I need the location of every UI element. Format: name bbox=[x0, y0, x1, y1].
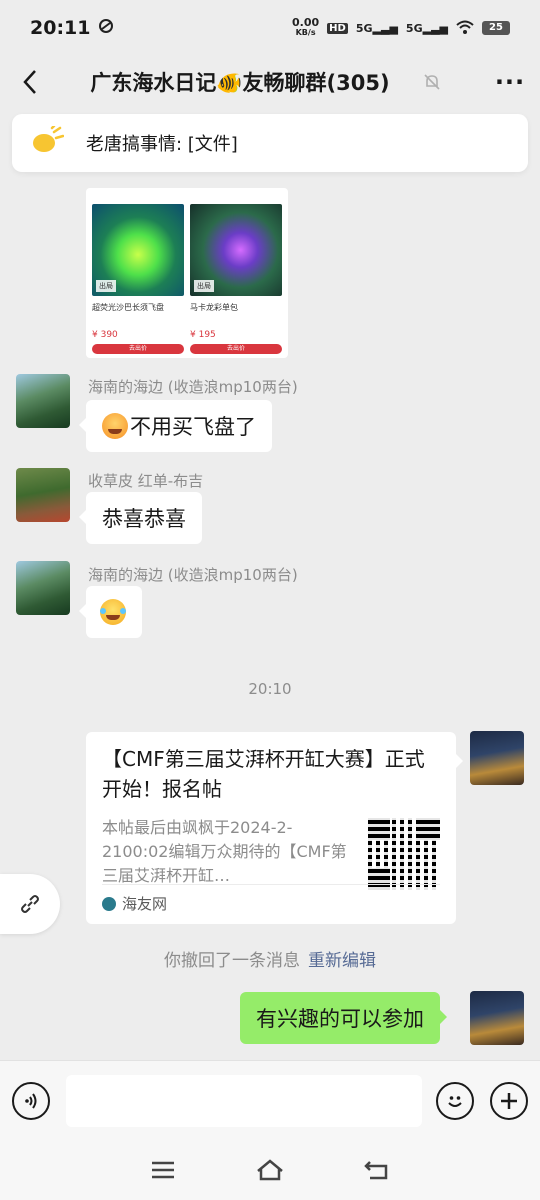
message-input[interactable] bbox=[66, 1074, 422, 1127]
my-avatar[interactable] bbox=[470, 991, 524, 1045]
message-list[interactable]: 出局 超荧光沙巴长须飞盘 ¥ 390 去出价 出局 马卡龙彩单包 ¥ 195 去… bbox=[0, 180, 540, 1060]
bid-button[interactable]: 去出价 bbox=[190, 344, 282, 354]
product-image: 出局 bbox=[92, 204, 184, 296]
network-speed: 0.00 KB/s bbox=[292, 16, 320, 37]
sender-name: 海南的海边 (收造浪mp10两台) bbox=[88, 566, 298, 584]
chat-header: 广东海水日记🐠友畅聊群(305) ··· bbox=[0, 56, 540, 108]
chevron-left-icon bbox=[23, 70, 36, 94]
more-dots-icon: ··· bbox=[494, 68, 526, 96]
message-text: 有兴趣的可以参加 bbox=[256, 1007, 424, 1031]
back-nav-button[interactable] bbox=[357, 1150, 397, 1190]
status-time: 20:11 bbox=[30, 17, 91, 39]
avatar[interactable] bbox=[16, 561, 70, 615]
product-tag: 出局 bbox=[194, 280, 214, 292]
product-name: 马卡龙彩单包 bbox=[190, 303, 238, 312]
emoji-button[interactable] bbox=[436, 1081, 474, 1120]
weather-icon bbox=[98, 18, 114, 38]
menu-icon bbox=[152, 1161, 175, 1179]
pinned-message[interactable]: 老唐搞事情: [文件] bbox=[12, 114, 528, 172]
message-bubble[interactable]: 不用买飞盘了 bbox=[79, 400, 272, 452]
recall-text: 你撤回了一条消息 bbox=[164, 951, 300, 971]
battery-icon: 25 bbox=[482, 21, 510, 35]
product-image: 出局 bbox=[190, 204, 282, 296]
message-bubble[interactable] bbox=[79, 586, 142, 638]
qr-code-thumbnail bbox=[368, 818, 440, 890]
avatar[interactable] bbox=[16, 374, 70, 428]
link-source: 海友网 bbox=[102, 884, 440, 914]
link-description: 本帖最后由飒枫于2024-2-2100:02编辑万众期待的【CMF第三届艾湃杯开… bbox=[102, 818, 347, 885]
plus-icon bbox=[501, 1092, 517, 1109]
source-name: 海友网 bbox=[122, 895, 168, 913]
signal-icon-1: 5G▂▃▅ bbox=[355, 21, 398, 35]
back-button[interactable] bbox=[0, 56, 60, 108]
timestamp: 20:10 bbox=[248, 680, 292, 698]
product-item[interactable]: 出局 马卡龙彩单包 ¥ 195 去出价 bbox=[190, 192, 282, 354]
avatar[interactable] bbox=[16, 468, 70, 522]
my-message-bubble[interactable]: 有兴趣的可以参加 bbox=[240, 992, 447, 1044]
message-text: 不用买飞盘了 bbox=[130, 415, 256, 439]
more-options-button[interactable]: ··· bbox=[480, 56, 540, 108]
status-indicators: 0.00 KB/s HD 5G▂▃▅ 5G▂▃▅ 25 bbox=[292, 16, 510, 38]
source-logo-icon bbox=[102, 896, 116, 911]
menu-nav-button[interactable] bbox=[143, 1150, 183, 1190]
product-price: ¥ 195 bbox=[190, 330, 216, 340]
link-title: 【CMF第三届艾湃杯开缸大赛】正式开始！报名帖 bbox=[102, 747, 425, 801]
wifi-icon bbox=[456, 20, 474, 37]
pinned-text: 老唐搞事情: [文件] bbox=[86, 134, 238, 155]
product-name: 超荧光沙巴长须飞盘 bbox=[92, 303, 164, 312]
home-nav-button[interactable] bbox=[250, 1150, 290, 1190]
chat-title: 广东海水日记🐠友畅聊群(305) bbox=[90, 71, 390, 95]
message-text: 恭喜恭喜 bbox=[102, 507, 186, 531]
re-edit-link[interactable]: 重新编辑 bbox=[308, 951, 376, 971]
announcement-megaphone-icon bbox=[30, 124, 65, 160]
add-attachment-button[interactable] bbox=[490, 1081, 528, 1120]
product-item[interactable]: 出局 超荧光沙巴长须飞盘 ¥ 390 去出价 bbox=[92, 192, 184, 354]
hd-icon: HD bbox=[327, 22, 348, 34]
return-arrow-icon bbox=[363, 1161, 387, 1180]
sender-name: 海南的海边 (收造浪mp10两台) bbox=[88, 378, 298, 396]
mute-bell-icon bbox=[420, 73, 444, 91]
product-price: ¥ 390 bbox=[92, 330, 118, 340]
link-card-message[interactable]: 【CMF第三届艾湃杯开缸大赛】正式开始！报名帖 本帖最后由飒枫于2024-2-2… bbox=[86, 732, 463, 924]
angry-emoji-icon bbox=[102, 413, 128, 439]
signal-icon-2: 5G▂▃▅ bbox=[405, 21, 448, 35]
home-icon bbox=[257, 1159, 283, 1181]
voice-icon bbox=[25, 1092, 37, 1109]
product-card-message[interactable]: 出局 超荧光沙巴长须飞盘 ¥ 390 去出价 出局 马卡龙彩单包 ¥ 195 去… bbox=[86, 188, 288, 358]
sender-name: 收草皮 红单-布吉 bbox=[88, 472, 204, 490]
product-tag: 出局 bbox=[96, 280, 116, 292]
status-bar: 20:11 0.00 KB/s HD 5G▂▃▅ 5G▂▃▅ 25 bbox=[0, 0, 540, 56]
smiley-icon bbox=[448, 1095, 462, 1107]
input-bar bbox=[0, 1060, 540, 1140]
floating-link-button[interactable] bbox=[0, 874, 60, 934]
recall-notice: 你撤回了一条消息 重新编辑 bbox=[0, 946, 540, 971]
my-avatar[interactable] bbox=[470, 731, 524, 785]
system-nav-bar bbox=[0, 1140, 540, 1200]
laughing-tears-emoji-icon bbox=[100, 599, 126, 625]
link-icon bbox=[21, 895, 39, 913]
bid-button[interactable]: 去出价 bbox=[92, 344, 184, 354]
message-bubble[interactable]: 恭喜恭喜 bbox=[79, 492, 202, 544]
voice-button[interactable] bbox=[12, 1081, 50, 1120]
